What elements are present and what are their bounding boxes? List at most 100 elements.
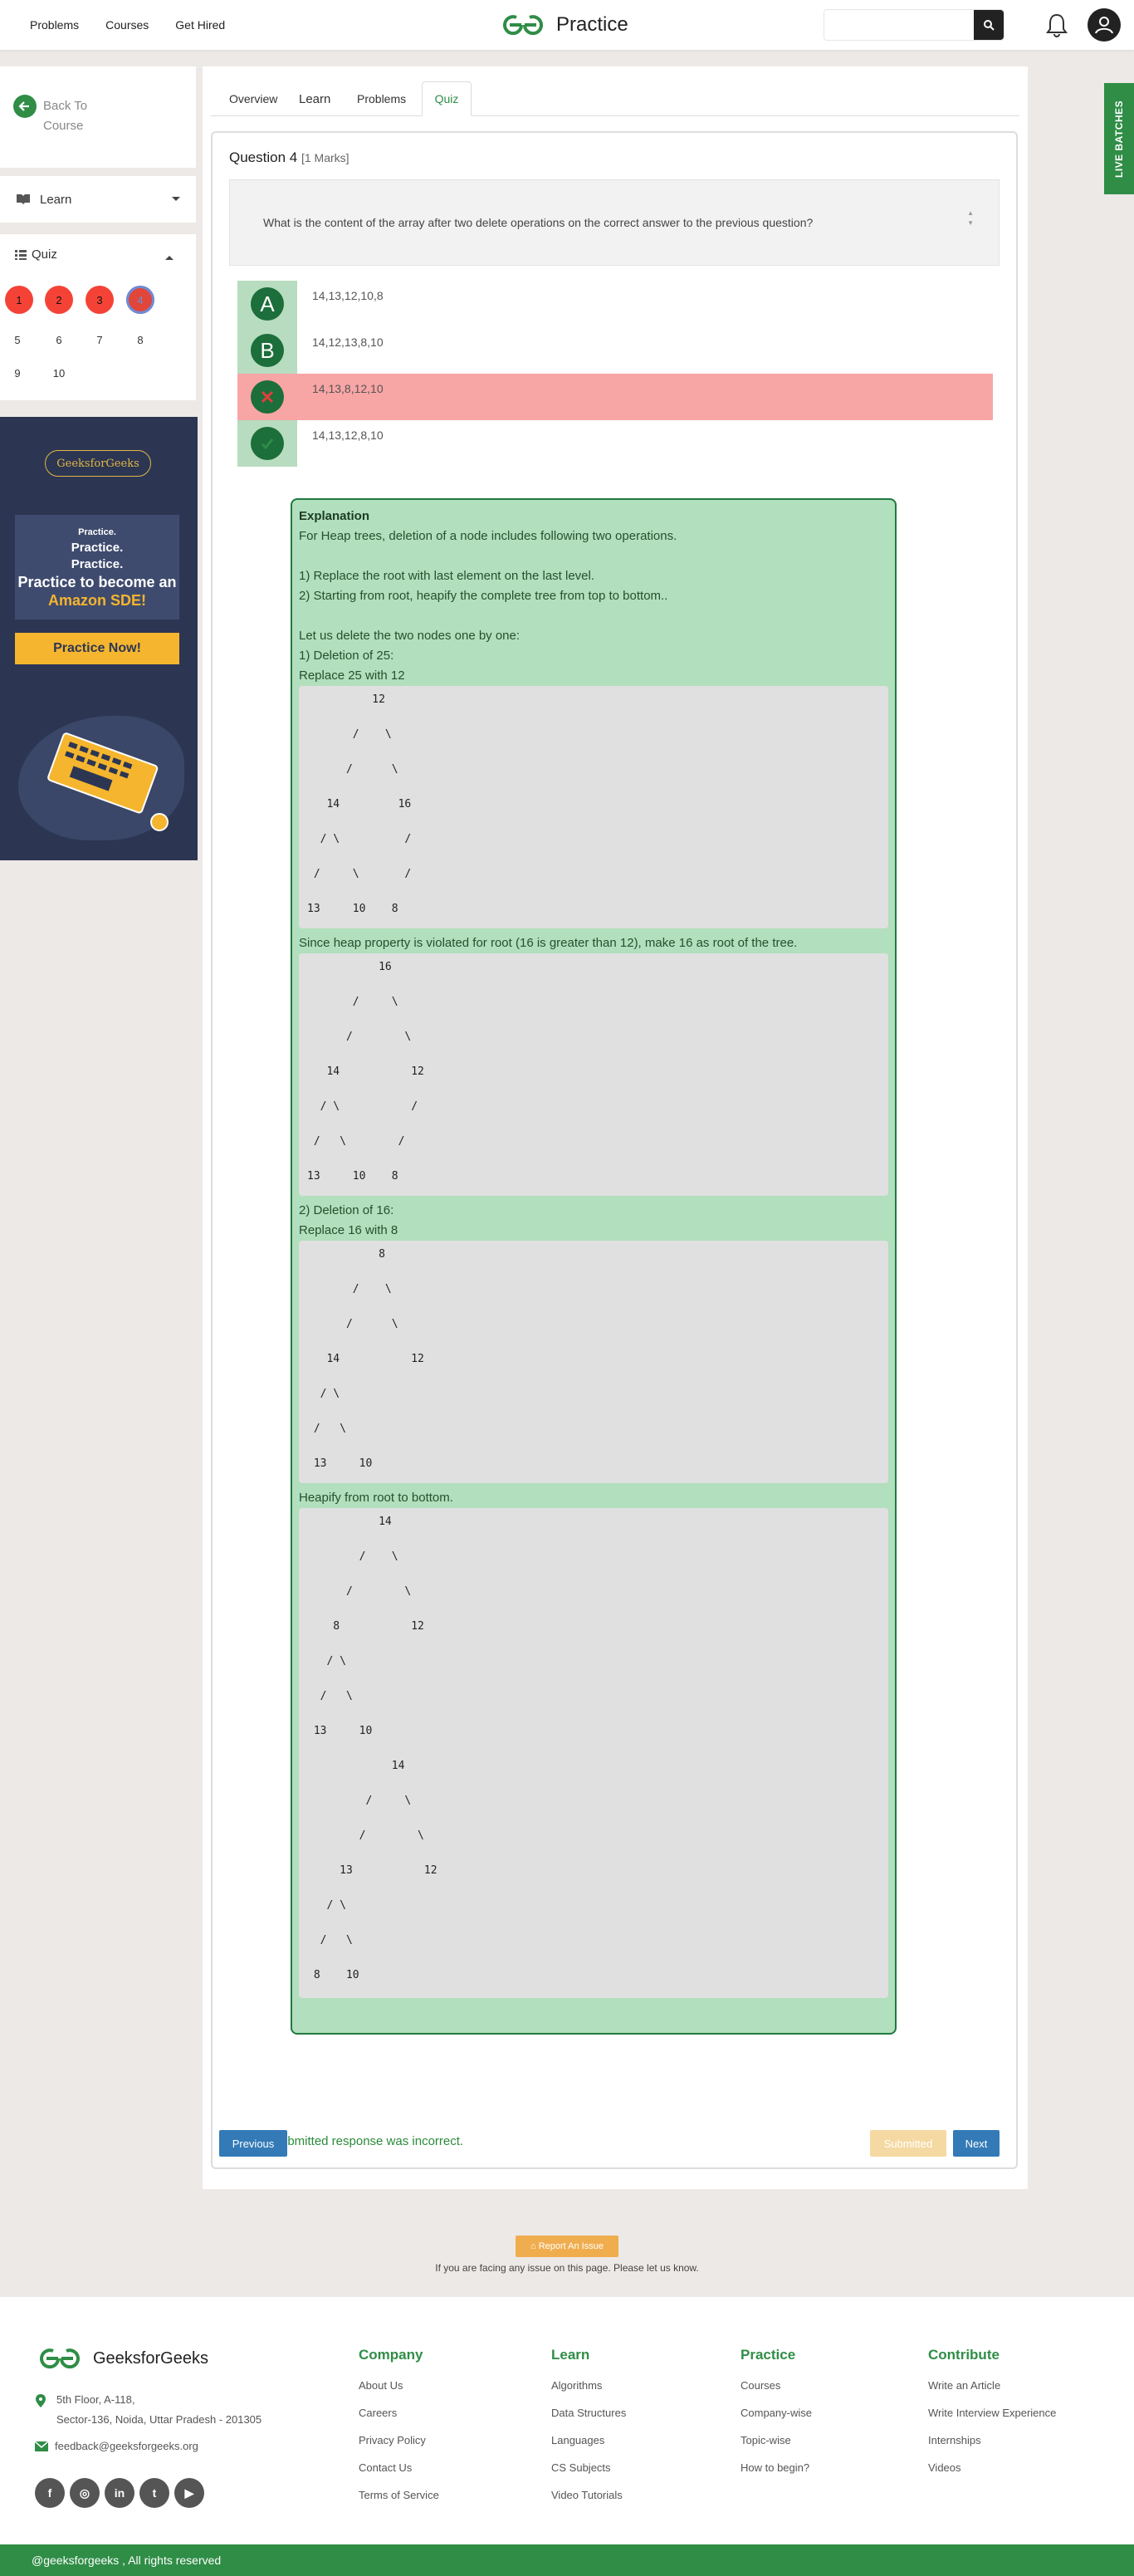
footer-link[interactable]: Write Interview Experience (928, 2399, 1056, 2427)
practice-ad-banner[interactable]: GeeksforGeeks Practice. Practice. Practi… (0, 417, 198, 860)
footer-link[interactable]: Write an Article (928, 2372, 1056, 2399)
footer-link[interactable]: Contact Us (359, 2454, 439, 2481)
quiz-label: Quiz (32, 247, 57, 262)
option-d-text: 14,13,12,8,10 (312, 429, 384, 442)
footer-link[interactable]: CS Subjects (551, 2454, 626, 2481)
check-icon (251, 427, 284, 460)
question-card: Question 4 [1 Marks] What is the content… (211, 131, 1018, 2169)
ad-line-2: Practice. (71, 541, 124, 555)
tab-quiz[interactable]: Quiz (422, 81, 472, 116)
footer-link[interactable]: Careers (359, 2399, 439, 2427)
footer-link[interactable]: Languages (551, 2427, 626, 2454)
footer-link[interactable]: Algorithms (551, 2372, 626, 2399)
footer-brand: GeeksforGeeks (93, 2348, 208, 2368)
option-a[interactable]: A 14,13,12,10,8 (237, 281, 993, 327)
option-b-letter: B (251, 334, 284, 367)
footer-col-contribute: Contribute Write an Article Write Interv… (928, 2347, 1056, 2481)
option-a-letter: A (251, 287, 284, 321)
address-line-2: Sector-136, Noida, Uttar Pradesh - 20130… (56, 2413, 262, 2426)
facebook-icon[interactable]: f (35, 2478, 65, 2508)
report-issue-label: Report An Issue (538, 2241, 604, 2251)
youtube-icon[interactable]: ▶ (174, 2478, 204, 2508)
footer-link[interactable]: Topic-wise (741, 2427, 812, 2454)
location-pin-icon (36, 2394, 46, 2407)
submitted-button[interactable]: Submitted (870, 2130, 946, 2157)
main-content-card: Overview Learn Problems Quiz Question 4 … (203, 66, 1028, 2189)
footer-link[interactable]: Courses (741, 2372, 812, 2399)
question-number-10[interactable]: 10 (45, 359, 73, 387)
option-c[interactable]: 14,13,8,12,10 (237, 374, 993, 420)
footer-link[interactable]: Video Tutorials (551, 2481, 626, 2509)
next-button[interactable]: Next (953, 2130, 1000, 2157)
question-number-2[interactable]: 2 (45, 286, 73, 314)
question-number-4[interactable]: 4 (126, 286, 154, 314)
gfg-logo-icon (503, 15, 543, 36)
question-text-box: What is the content of the array after t… (229, 179, 1000, 266)
tab-problems[interactable]: Problems (347, 81, 416, 116)
question-number-8[interactable]: 8 (126, 326, 154, 354)
footer-email[interactable]: feedback@geeksforgeeks.org (35, 2440, 198, 2452)
report-issue-button[interactable]: ⌂ Report An Issue (516, 2236, 618, 2257)
back-to-course-card[interactable]: Back To Course (0, 66, 196, 168)
live-batches-tab[interactable]: LIVE BATCHES (1104, 83, 1134, 194)
resize-handle-icon[interactable]: ▲ ▼ (967, 208, 974, 228)
option-b[interactable]: B 14,12,13,8,10 (237, 327, 993, 374)
nav-courses[interactable]: Courses (105, 18, 149, 32)
footer-link[interactable]: Videos (928, 2454, 1056, 2481)
search-button[interactable] (974, 10, 1004, 40)
footer-link[interactable]: Privacy Policy (359, 2427, 439, 2454)
tab-overview[interactable]: Overview (219, 81, 287, 116)
nav-links: Problems Courses Get Hired (30, 0, 225, 50)
question-number-1[interactable]: 1 (5, 286, 33, 314)
footer-link[interactable]: Internships (928, 2427, 1056, 2454)
footer-col-title: Learn (551, 2347, 590, 2363)
explanation-p10: Heapify from root to bottom. (299, 1491, 453, 1505)
explanation-p4: Let us delete the two nodes one by one: (299, 629, 521, 643)
tree-diagram-1: 12 / \ / \ 14 16 / \ / / \ / 13 10 8 (299, 686, 888, 928)
option-c-marker (237, 374, 297, 420)
explanation-title: Explanation (299, 509, 370, 523)
quiz-header[interactable]: Quiz (15, 247, 57, 262)
learn-dropdown[interactable]: Learn (0, 176, 196, 223)
report-issue-text: If you are facing any issue on this page… (435, 2262, 699, 2274)
footer-logo[interactable]: GeeksforGeeks (35, 2347, 208, 2370)
caret-up-icon[interactable] (164, 254, 174, 261)
user-avatar[interactable] (1088, 8, 1121, 42)
footer-link[interactable]: About Us (359, 2372, 439, 2399)
course-tabs: Overview Learn Problems Quiz (211, 81, 1019, 116)
copyright-bar: @geeksforgeeks , All rights reserved (0, 2544, 1134, 2576)
question-number-5[interactable]: 5 (3, 326, 32, 354)
previous-button[interactable]: Previous (219, 2130, 287, 2157)
practice-now-button[interactable]: Practice Now! (15, 633, 179, 664)
back-to-course-label: Back To Course (43, 99, 88, 133)
tree-diagram-2: 16 / \ / \ 14 12 / \ / / \ / 13 10 8 (299, 953, 888, 1196)
ad-gfg-badge: GeeksforGeeks (45, 450, 151, 477)
nav-get-hired[interactable]: Get Hired (175, 18, 225, 32)
practice-logo[interactable]: Practice (498, 10, 628, 40)
question-number-9[interactable]: 9 (3, 359, 32, 387)
tab-learn[interactable]: Learn (289, 81, 340, 116)
question-number-7[interactable]: 7 (86, 326, 114, 354)
tree-diagram-3: 8 / \ / \ 14 12 / \ / \ 13 10 (299, 1241, 888, 1483)
linkedin-icon[interactable]: in (105, 2478, 134, 2508)
footer-address: 5th Floor, A-118, Sector-136, Noida, Utt… (35, 2390, 262, 2430)
question-number-3[interactable]: 3 (86, 286, 114, 314)
ad-line-4: Practice to become an (17, 574, 177, 590)
bell-icon[interactable] (1044, 12, 1069, 42)
instagram-icon[interactable]: ◎ (70, 2478, 100, 2508)
twitter-icon[interactable]: t (139, 2478, 169, 2508)
email-text: feedback@geeksforgeeks.org (55, 2440, 198, 2452)
copyright-text: @geeksforgeeks , All rights reserved (32, 2554, 222, 2567)
nav-problems[interactable]: Problems (30, 18, 79, 32)
footer-link[interactable]: How to begin? (741, 2454, 812, 2481)
option-d[interactable]: 14,13,12,8,10 (237, 420, 993, 467)
explanation-p2: 1) Replace the root with last element on… (299, 569, 595, 583)
question-number-6[interactable]: 6 (45, 326, 73, 354)
footer-link[interactable]: Terms of Service (359, 2481, 439, 2509)
option-b-marker: B (237, 327, 297, 374)
question-text: What is the content of the array after t… (263, 216, 814, 229)
footer-link[interactable]: Data Structures (551, 2399, 626, 2427)
ad-line-1: Practice. (78, 527, 116, 537)
footer-link[interactable]: Company-wise (741, 2399, 812, 2427)
search-input[interactable] (824, 9, 1004, 41)
